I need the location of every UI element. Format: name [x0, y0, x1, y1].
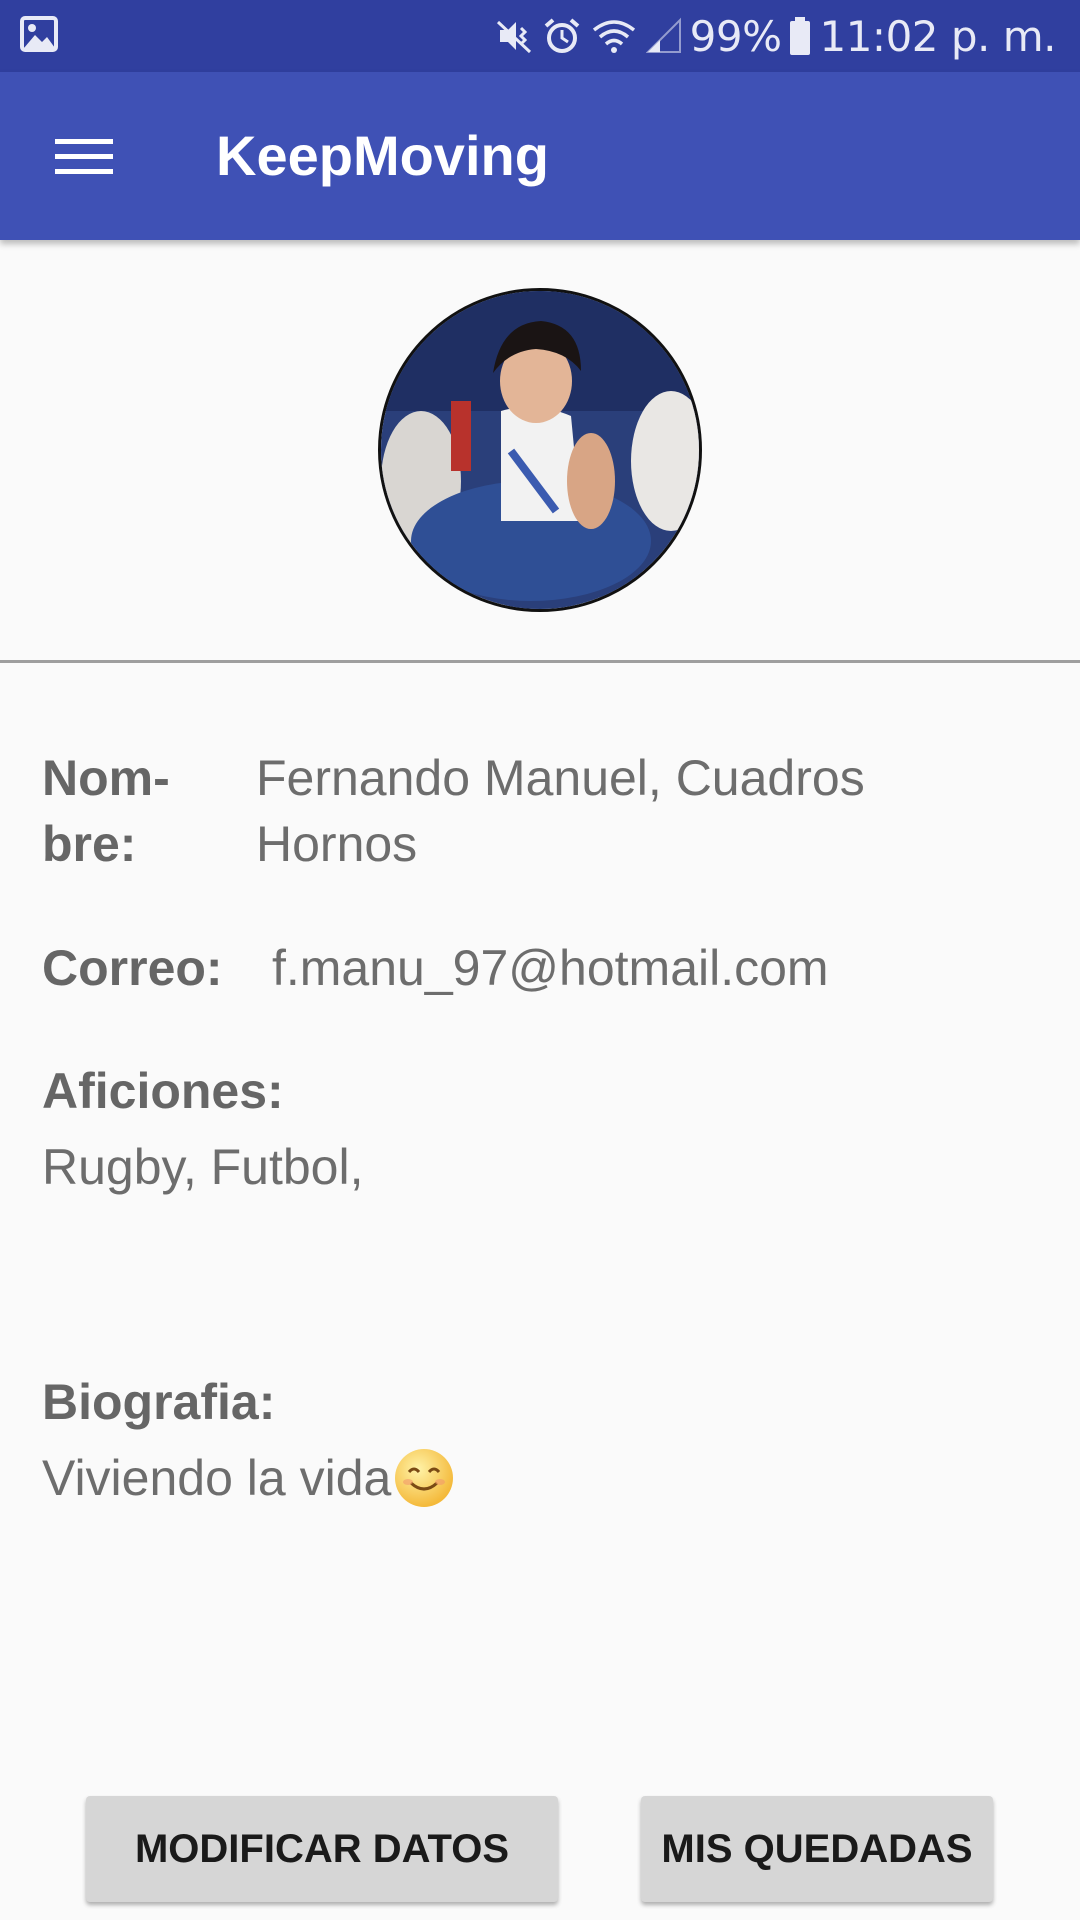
hamburger-menu-icon: [55, 139, 113, 174]
menu-button[interactable]: [40, 112, 128, 200]
vibrate-mute-icon: [494, 16, 534, 56]
signal-icon: [645, 16, 682, 56]
hobbies-label: Aficiones:: [42, 1063, 284, 1119]
name-value: Fernando Manuel, Cuadros Hornos: [256, 750, 865, 872]
email-value: f.manu_97@hotmail.com: [272, 940, 829, 996]
profile-avatar: [378, 288, 702, 612]
bio-value-row: Viviendo la vida: [42, 1445, 455, 1511]
hobbies-value: Rugby, Futbol,: [42, 1139, 364, 1195]
smiling-face-icon: [393, 1447, 455, 1509]
bio-value: Viviendo la vida: [42, 1450, 392, 1506]
wifi-icon: [590, 16, 638, 56]
gallery-notification-icon: [20, 16, 58, 52]
name-label: Nom- bre:: [42, 750, 170, 872]
edit-data-button[interactable]: MODIFICAR DATOS: [86, 1796, 558, 1902]
status-bar: 99% 11:02 p. m.: [0, 0, 1080, 72]
battery-icon: [789, 16, 811, 56]
email-label: Correo:: [42, 940, 223, 996]
my-meetups-button[interactable]: MIS QUEDADAS: [641, 1796, 993, 1902]
app-title: KeepMoving: [216, 124, 549, 187]
bio-label: Biografia:: [42, 1374, 276, 1430]
header-divider: [0, 660, 1080, 663]
app-bar: KeepMoving: [0, 72, 1080, 240]
clock: 11:02 p. m.: [819, 11, 1056, 61]
alarm-icon: [542, 16, 582, 56]
battery-percent: 99%: [689, 11, 782, 61]
